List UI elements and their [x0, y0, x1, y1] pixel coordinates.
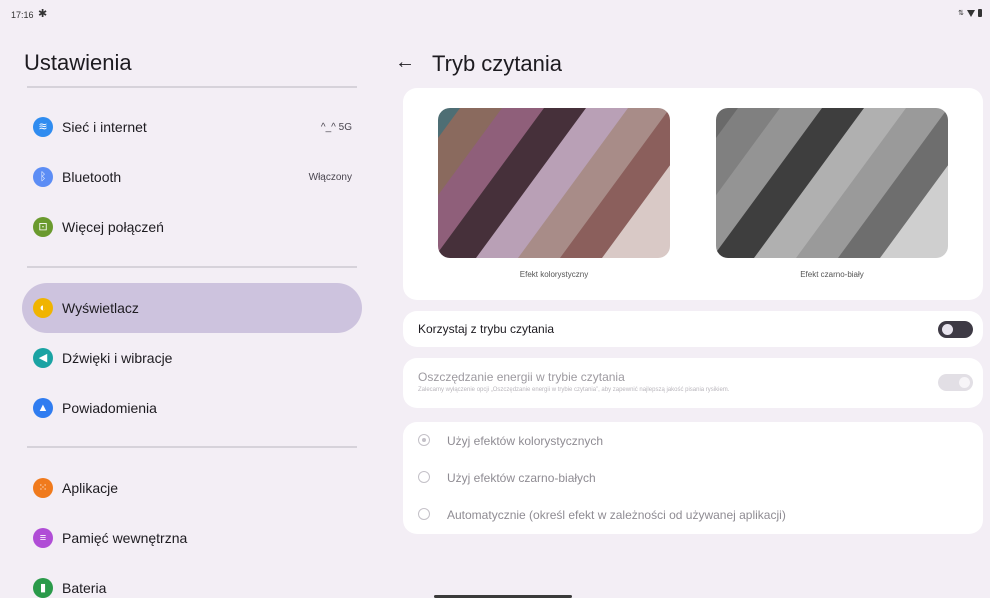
bluetooth-icon: ᛒ	[33, 167, 53, 187]
preview-card: Efekt kolorystyczny Efekt czarno-biały	[403, 88, 983, 300]
radio-color-effects[interactable]	[418, 434, 430, 446]
divider	[27, 86, 357, 88]
display-icon: ◐	[33, 298, 53, 318]
battery-status-icon	[978, 9, 982, 17]
sidebar-item[interactable]: ▲ Powiadomienia	[22, 383, 362, 433]
energy-saving-row[interactable]: Oszczędzanie energii w trybie czytania Z…	[403, 358, 983, 408]
sidebar-item[interactable]: ⁙ Aplikacje	[22, 463, 362, 513]
sidebar-item[interactable]: ◐ Wyświetlacz	[22, 283, 362, 333]
sidebar-item-label: Bluetooth	[62, 169, 122, 185]
data-activity-icon: ⇅	[958, 10, 964, 17]
radio-bw-effects[interactable]	[418, 471, 430, 483]
sidebar-item[interactable]: ◀ Dźwięki i wibracje	[22, 333, 362, 383]
sidebar-item[interactable]: ▮ Bateria	[22, 563, 362, 598]
sidebar-item-value: ^_^ 5G	[320, 121, 352, 133]
connected-devices-icon: ⊡	[33, 217, 53, 237]
sidebar-item-label: Sieć i internet	[62, 119, 147, 135]
reading-mode-toggle[interactable]	[938, 321, 973, 338]
back-arrow-icon[interactable]: ←	[395, 50, 415, 74]
sidebar-item-value: Włączony	[308, 171, 352, 183]
status-bar: 17:16 ✱ ⇅	[0, 0, 990, 30]
radio-row-auto[interactable]: Automatycznie (określ efekt w zależności…	[403, 497, 983, 533]
radio-row-bw[interactable]: Użyj efektów czarno-białych	[403, 460, 983, 496]
sidebar-item-label: Powiadomienia	[62, 400, 157, 416]
divider	[27, 446, 357, 448]
radio-row-color[interactable]: Użyj efektów kolorystycznych	[403, 423, 983, 459]
battery-icon: ▮	[33, 578, 53, 598]
energy-saving-description: Zalecamy wyłączenie opcji „Oszczędzanie …	[418, 387, 730, 393]
sound-icon: ◀	[33, 348, 53, 368]
divider	[27, 266, 357, 268]
color-effect-caption: Efekt kolorystyczny	[519, 270, 589, 279]
sidebar-item-label: Bateria	[62, 580, 107, 596]
bw-effect-caption: Efekt czarno-biały	[800, 270, 864, 279]
sidebar-item-label: Pamięć wewnętrzna	[62, 530, 188, 546]
sidebar-item[interactable]: ≡ Pamięć wewnętrzna	[22, 513, 362, 563]
bell-icon: ▲	[33, 398, 53, 418]
settings-title: Ustawienia	[24, 50, 132, 75]
reading-mode-row[interactable]: Korzystaj z trybu czytania	[403, 311, 983, 347]
sidebar-item[interactable]: ≋ Sieć i internet ^_^ 5G	[22, 102, 362, 152]
status-icons: ⇅	[958, 9, 982, 17]
storage-icon: ≡	[33, 528, 53, 548]
apps-icon: ⁙	[33, 478, 53, 498]
radio-label-bw: Użyj efektów czarno-białych	[447, 471, 596, 485]
energy-saving-toggle[interactable]	[938, 374, 973, 391]
effect-options-card: Użyj efektów kolorystycznych Użyj efektó…	[403, 422, 983, 534]
energy-saving-label: Oszczędzanie energii w trybie czytania	[418, 370, 625, 384]
sidebar-item-label: Wyświetlacz	[62, 300, 139, 316]
gear-icon: ✱	[38, 8, 48, 20]
radio-label-color: Użyj efektów kolorystycznych	[447, 434, 604, 448]
sidebar-item[interactable]: ᛒ Bluetooth Włączony	[22, 152, 362, 202]
page-title: Tryb czytania	[432, 51, 563, 76]
bw-effect-preview	[716, 108, 948, 258]
wifi-signal-icon	[967, 9, 975, 17]
status-time: 17:16	[11, 10, 34, 20]
color-effect-preview	[438, 108, 670, 258]
sidebar-item[interactable]: ⊡ Więcej połączeń	[22, 202, 362, 252]
sidebar-item-label: Aplikacje	[62, 480, 119, 496]
radio-auto-effects[interactable]	[418, 508, 430, 520]
sidebar-item-label: Dźwięki i wibracje	[62, 350, 173, 366]
radio-label-auto: Automatycznie (określ efekt w zależności…	[447, 508, 786, 522]
wifi-icon: ≋	[33, 117, 53, 137]
reading-mode-label: Korzystaj z trybu czytania	[418, 322, 555, 336]
sidebar-item-label: Więcej połączeń	[62, 219, 164, 235]
